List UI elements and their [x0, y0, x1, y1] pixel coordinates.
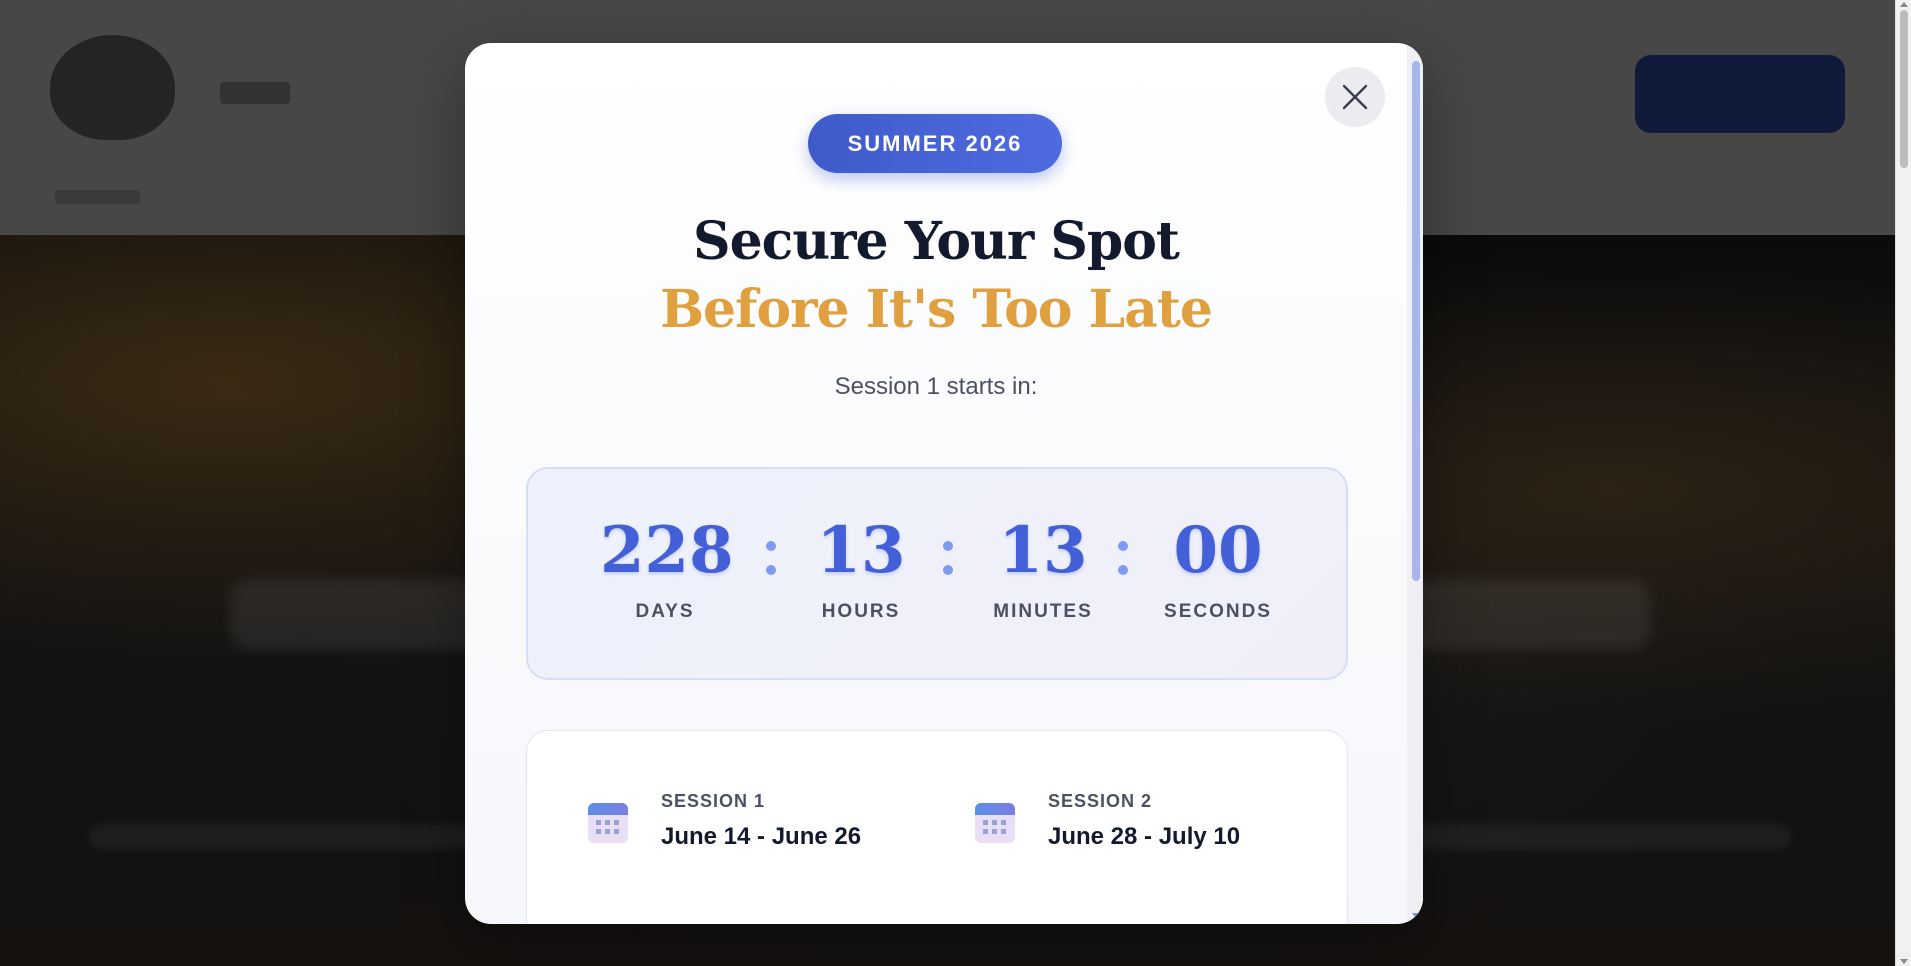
page: SUMMER 2026 Secure Your Spot Before It's… — [0, 0, 1911, 966]
countdown-subtitle: Session 1 starts in: — [834, 373, 1038, 400]
scroll-up-arrow-icon[interactable] — [1900, 2, 1908, 7]
modal-scroll-down-arrow-icon[interactable] — [1412, 913, 1420, 918]
session-2-label: SESSION 2 — [1048, 791, 1153, 811]
close-button[interactable] — [1325, 67, 1385, 127]
background-cta-button — [1635, 55, 1845, 133]
page-scrollbar-thumb[interactable] — [1900, 10, 1908, 168]
calendar-icon — [588, 803, 628, 843]
page-scrollbar[interactable] — [1895, 0, 1911, 966]
countdown-seconds: 00 SECONDS — [1143, 519, 1293, 623]
countdown-modal: SUMMER 2026 Secure Your Spot Before It's… — [465, 43, 1423, 924]
session-2-dates: June 28 - July 10 — [1048, 823, 1241, 850]
countdown-minutes: 13 MINUTES — [968, 519, 1118, 623]
session-1-label: SESSION 1 — [661, 791, 766, 811]
countdown-minutes-label: MINUTES — [993, 601, 1093, 622]
countdown-timer: 228 DAYS 13 HOURS 13 MINUTES 00 SECONDS — [526, 467, 1348, 680]
countdown-minutes-value: 13 — [998, 513, 1088, 588]
calendar-icon — [975, 803, 1015, 843]
countdown-days-value: 228 — [600, 513, 734, 588]
countdown-separator — [766, 541, 778, 589]
countdown-hours-label: HOURS — [821, 601, 901, 622]
sessions-card: SESSION 1 June 14 - June 26 SESSION 2 Ju… — [526, 730, 1348, 924]
close-icon — [1342, 84, 1368, 110]
countdown-days: 228 DAYS — [600, 513, 734, 623]
countdown-days-label: DAYS — [635, 601, 695, 622]
session-1-dates: June 14 - June 26 — [661, 823, 862, 850]
modal-title: Secure Your Spot — [693, 211, 1180, 272]
countdown-hours-value: 13 — [816, 513, 906, 588]
countdown-seconds-value: 00 — [1173, 513, 1263, 588]
scroll-down-arrow-icon[interactable] — [1900, 959, 1908, 964]
countdown-separator — [943, 541, 955, 589]
season-badge: SUMMER 2026 — [808, 114, 1062, 173]
background-logo-text — [220, 82, 290, 104]
modal-scrollbar-thumb[interactable] — [1412, 61, 1420, 581]
modal-scrollbar[interactable] — [1407, 43, 1423, 924]
countdown-separator — [1118, 541, 1130, 589]
background-subnav-text — [55, 190, 140, 204]
countdown-hours: 13 HOURS — [796, 519, 926, 623]
modal-title-highlight: Before It's Too Late — [660, 279, 1213, 340]
countdown-seconds-label: SECONDS — [1164, 601, 1272, 622]
background-logo — [50, 35, 175, 140]
